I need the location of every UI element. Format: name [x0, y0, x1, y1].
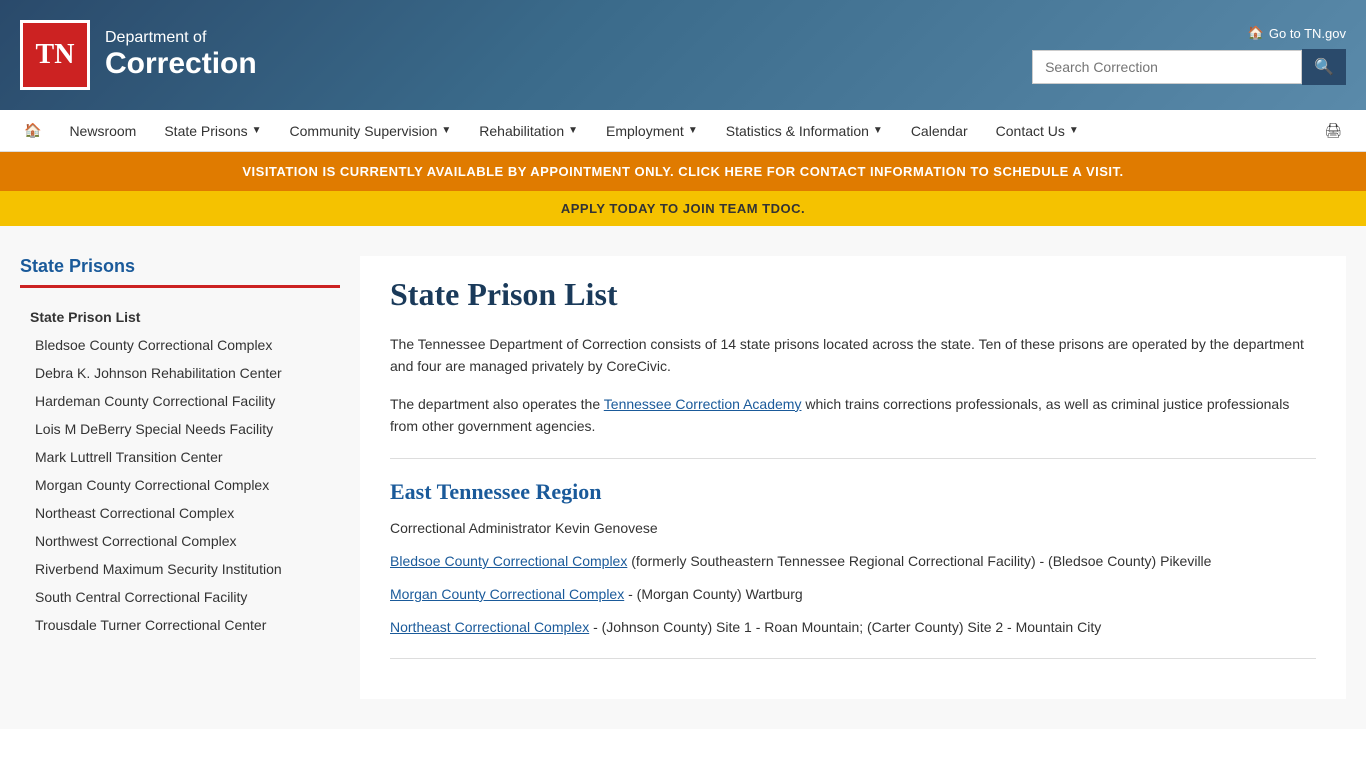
east-region-title: East Tennessee Region — [390, 479, 1316, 505]
sidebar-link-mark[interactable]: Mark Luttrell Transition Center — [20, 443, 340, 471]
sidebar-link-south-central[interactable]: South Central Correctional Facility — [20, 583, 340, 611]
go-to-tn-label: Go to TN.gov — [1269, 26, 1346, 41]
nav-calendar[interactable]: Calendar — [897, 111, 982, 151]
main-container: State Prisons State Prison List Bledsoe … — [0, 226, 1366, 729]
list-item[interactable]: Trousdale Turner Correctional Center — [20, 611, 340, 639]
orange-banner[interactable]: VISITATION IS CURRENTLY AVAILABLE BY APP… — [0, 152, 1366, 191]
sidebar-link-trousdale[interactable]: Trousdale Turner Correctional Center — [20, 611, 340, 639]
admin-line: Correctional Administrator Kevin Genoves… — [390, 517, 1316, 539]
morgan-description: - (Morgan County) Wartburg — [628, 586, 803, 602]
go-to-tn-link[interactable]: 🏠 Go to TN.gov — [1248, 25, 1346, 41]
list-item[interactable]: Mark Luttrell Transition Center — [20, 443, 340, 471]
facility-bledsoe: Bledsoe County Correctional Complex (for… — [390, 551, 1316, 572]
list-item[interactable]: Northeast Correctional Complex — [20, 499, 340, 527]
chevron-icon: ▼ — [1069, 125, 1079, 136]
header-logo-area: TN Department of Correction — [20, 20, 257, 90]
search-button[interactable]: 🔍 — [1302, 49, 1346, 85]
nav-home[interactable]: 🏠 — [10, 110, 55, 151]
sidebar-list: State Prison List Bledsoe County Correct… — [20, 303, 340, 639]
sidebar: State Prisons State Prison List Bledsoe … — [20, 256, 340, 699]
tca-link[interactable]: Tennessee Correction Academy — [604, 396, 802, 412]
search-bar: 🔍 — [1032, 49, 1346, 85]
sidebar-link-northwest[interactable]: Northwest Correctional Complex — [20, 527, 340, 555]
nav-rehabilitation[interactable]: Rehabilitation ▼ — [465, 111, 592, 151]
intro-paragraph-2: The department also operates the Tenness… — [390, 393, 1316, 438]
list-item[interactable]: Northwest Correctional Complex — [20, 527, 340, 555]
intro-paragraph-1: The Tennessee Department of Correction c… — [390, 333, 1316, 378]
home-icon: 🏠 — [1248, 25, 1264, 41]
sidebar-title: State Prisons — [20, 256, 340, 288]
tn-logo: TN — [20, 20, 90, 90]
nav-print[interactable]: 🖨 — [1310, 110, 1356, 151]
nav-state-prisons[interactable]: State Prisons ▼ — [150, 111, 275, 151]
main-content: State Prison List The Tennessee Departme… — [360, 256, 1346, 699]
facility-morgan: Morgan County Correctional Complex - (Mo… — [390, 584, 1316, 605]
chevron-icon: ▼ — [441, 125, 451, 136]
northeast-link[interactable]: Northeast Correctional Complex — [390, 619, 589, 635]
list-item[interactable]: South Central Correctional Facility — [20, 583, 340, 611]
home-nav-icon: 🏠 — [24, 122, 41, 139]
chevron-icon: ▼ — [568, 125, 578, 136]
nav-employment[interactable]: Employment ▼ — [592, 111, 712, 151]
list-item[interactable]: Riverbend Maximum Security Institution — [20, 555, 340, 583]
chevron-icon: ▼ — [252, 125, 262, 136]
main-nav: 🏠 Newsroom State Prisons ▼ Community Sup… — [0, 110, 1366, 152]
northeast-description: - (Johnson County) Site 1 - Roan Mountai… — [593, 619, 1101, 635]
site-header: TN Department of Correction 🏠 Go to TN.g… — [0, 0, 1366, 110]
nav-statistics[interactable]: Statistics & Information ▼ — [712, 111, 897, 151]
dept-of-label: Department of — [105, 29, 257, 47]
search-input[interactable] — [1032, 50, 1302, 84]
sidebar-active-item: State Prison List — [20, 303, 340, 331]
chevron-icon: ▼ — [688, 125, 698, 136]
intro-p2-before: The department also operates the — [390, 396, 604, 412]
department-name: Department of Correction — [105, 29, 257, 81]
dept-main-name: Correction — [105, 47, 257, 81]
nav-contact-us[interactable]: Contact Us ▼ — [982, 111, 1093, 151]
divider-2 — [390, 658, 1316, 659]
sidebar-link-northeast[interactable]: Northeast Correctional Complex — [20, 499, 340, 527]
sidebar-link-bledsoe[interactable]: Bledsoe County Correctional Complex — [20, 331, 340, 359]
sidebar-link-morgan[interactable]: Morgan County Correctional Complex — [20, 471, 340, 499]
bledsoe-link[interactable]: Bledsoe County Correctional Complex — [390, 553, 627, 569]
morgan-link[interactable]: Morgan County Correctional Complex — [390, 586, 624, 602]
chevron-icon: ▼ — [873, 125, 883, 136]
list-item[interactable]: Lois M DeBerry Special Needs Facility — [20, 415, 340, 443]
sidebar-link-lois[interactable]: Lois M DeBerry Special Needs Facility — [20, 415, 340, 443]
list-item[interactable]: Hardeman County Correctional Facility — [20, 387, 340, 415]
divider-1 — [390, 458, 1316, 459]
header-right-area: 🏠 Go to TN.gov 🔍 — [1032, 25, 1346, 85]
nav-newsroom[interactable]: Newsroom — [55, 111, 150, 151]
yellow-banner[interactable]: APPLY TODAY TO JOIN TEAM TDOC. — [0, 191, 1366, 226]
list-item[interactable]: Debra K. Johnson Rehabilitation Center — [20, 359, 340, 387]
nav-community-supervision[interactable]: Community Supervision ▼ — [276, 111, 466, 151]
list-item[interactable]: Bledsoe County Correctional Complex — [20, 331, 340, 359]
sidebar-link-hardeman[interactable]: Hardeman County Correctional Facility — [20, 387, 340, 415]
facility-northeast: Northeast Correctional Complex - (Johnso… — [390, 617, 1316, 638]
sidebar-link-debra[interactable]: Debra K. Johnson Rehabilitation Center — [20, 359, 340, 387]
content-wrapper: TN State Prison List The Tennessee Depar… — [360, 256, 1346, 699]
list-item[interactable]: Morgan County Correctional Complex — [20, 471, 340, 499]
page-title: State Prison List — [390, 276, 1316, 313]
sidebar-link-riverbend[interactable]: Riverbend Maximum Security Institution — [20, 555, 340, 583]
bledsoe-description: (formerly Southeastern Tennessee Regiona… — [631, 553, 1211, 569]
